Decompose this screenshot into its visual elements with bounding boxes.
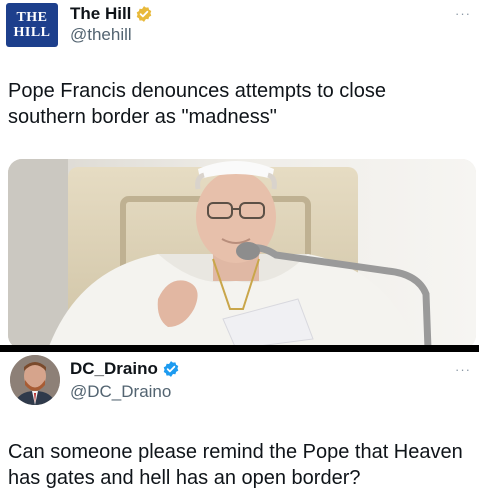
blue-verified-badge-icon (163, 361, 179, 377)
handle-thehill[interactable]: @thehill (70, 25, 132, 45)
tweet-card-dcdraino[interactable]: DC_Draino @DC_Draino ··· Can someone ple… (0, 352, 479, 500)
dcdraino-avatar[interactable] (10, 355, 60, 405)
tweet-photo-pope[interactable] (8, 159, 476, 345)
display-name-text: DC_Draino (70, 359, 158, 378)
gold-verified-badge-icon (137, 6, 152, 22)
more-options-icon[interactable]: ··· (455, 362, 471, 377)
logo-line-2: HILL (13, 25, 51, 40)
tweet-text-line-1: Can someone please remind the Pope that … (8, 441, 463, 463)
tweet-text-dcdraino: Can someone please remind the Pope that … (8, 439, 463, 491)
tweet-text-line-2: southern border as "madness" (8, 106, 277, 128)
logo-line-1: THE (16, 10, 48, 25)
display-name-dcdraino[interactable]: DC_Draino (70, 359, 180, 379)
tweet-text-line-1: Pope Francis denounces attempts to close (8, 80, 386, 102)
tweet-text-line-2: has gates and hell has an open border? (8, 467, 361, 489)
tweet-card-thehill[interactable]: THE HILL The Hill @thehill ··· Pope Fran… (0, 0, 479, 345)
thehill-logo-avatar[interactable]: THE HILL (6, 3, 58, 47)
more-options-icon[interactable]: ··· (455, 6, 471, 21)
display-name-thehill[interactable]: The Hill (70, 4, 153, 24)
pope-photo-illustration (8, 159, 476, 345)
man-avatar-illustration (10, 355, 60, 405)
display-name-text: The Hill (70, 4, 132, 23)
handle-dcdraino[interactable]: @DC_Draino (70, 382, 171, 402)
tweet-text-thehill: Pope Francis denounces attempts to close… (8, 78, 386, 130)
